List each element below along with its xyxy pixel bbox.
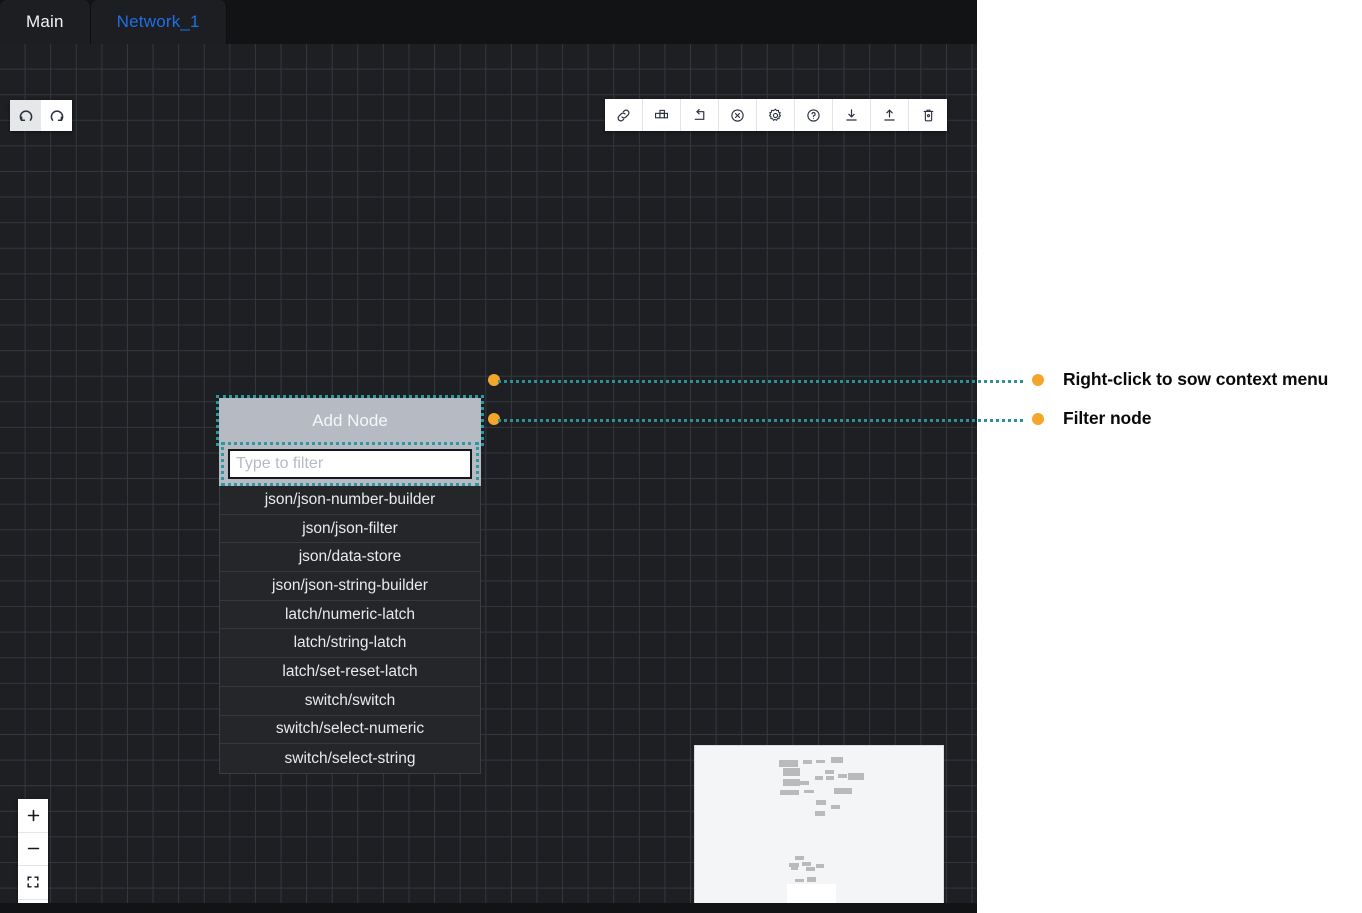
filter-input[interactable]: [228, 449, 472, 479]
minimap-node: [807, 877, 816, 882]
tab-network-1[interactable]: Network_1: [90, 0, 227, 44]
settings-button[interactable]: [757, 99, 795, 131]
minimap-node: [825, 770, 834, 774]
node-type-label: json/json-filter: [302, 519, 398, 537]
zoom-in-button[interactable]: [18, 799, 48, 833]
undo-button[interactable]: [10, 100, 41, 131]
close-circle-icon: [729, 107, 746, 124]
list-item[interactable]: switch/select-numeric: [220, 716, 480, 745]
fit-view-button[interactable]: [18, 866, 48, 900]
canvas-bottom-edge: [0, 903, 977, 913]
undo-icon: [18, 108, 34, 124]
node-type-label: latch/string-latch: [293, 634, 407, 652]
reroute-arrow-icon: [691, 107, 708, 124]
auto-layout-button[interactable]: [643, 99, 681, 131]
upload-icon: [881, 107, 898, 124]
graph-canvas[interactable]: Add Node json/json-number-builder json/j…: [0, 44, 977, 903]
minimap-node: [831, 757, 843, 763]
annotation-label: Right-click to sow context menu: [1063, 369, 1329, 389]
list-item[interactable]: latch/string-latch: [220, 629, 480, 659]
download-icon: [843, 107, 860, 124]
view-controls: [18, 799, 48, 903]
list-item[interactable]: switch/select-string: [220, 744, 480, 773]
minimap-node: [804, 790, 814, 793]
node-type-label: latch/set-reset-latch: [282, 662, 418, 680]
node-type-label: latch/numeric-latch: [284, 605, 416, 623]
disconnect-button[interactable]: [719, 99, 757, 131]
minimap-viewport[interactable]: [787, 884, 836, 903]
history-controls: [10, 100, 72, 131]
tab-network-1-label: Network_1: [116, 12, 200, 31]
list-item[interactable]: json/json-string-builder: [220, 572, 480, 601]
annotation-target-dot: [1032, 374, 1044, 386]
list-item[interactable]: json/json-filter: [220, 515, 480, 544]
fit-view-icon: [25, 874, 41, 890]
tab-main-label: Main: [26, 12, 64, 31]
add-node-header[interactable]: Add Node: [216, 395, 484, 446]
minimap-node: [803, 760, 812, 764]
question-circle-icon: [805, 107, 822, 124]
list-item[interactable]: switch/switch: [220, 687, 480, 716]
plus-icon: [25, 807, 42, 824]
list-item[interactable]: json/json-number-builder: [220, 486, 480, 515]
minimap-node: [826, 776, 834, 780]
add-node-title: Add Node: [312, 410, 388, 430]
node-type-label: json/json-number-builder: [264, 490, 436, 508]
tab-bar: Main Network_1: [0, 0, 977, 44]
minimap-node: [800, 781, 809, 785]
list-item[interactable]: latch/set-reset-latch: [220, 658, 480, 687]
minimap-node: [831, 805, 840, 809]
layout-grid-icon: [653, 107, 670, 124]
screen-root: Main Network_1 Add Node Type to filter j…: [0, 0, 1362, 913]
minimap-node: [791, 867, 798, 870]
node-type-list[interactable]: json/json-number-builder json/json-filte…: [219, 486, 481, 774]
reroute-button[interactable]: [681, 99, 719, 131]
minimap-node: [838, 774, 847, 778]
minimap-node: [795, 879, 804, 882]
gear-icon: [767, 107, 784, 124]
editor-toolbar: [605, 99, 947, 131]
tab-main[interactable]: Main: [0, 0, 91, 44]
download-button[interactable]: [833, 99, 871, 131]
minimap-node: [816, 760, 825, 763]
minimap-node: [816, 800, 826, 805]
upload-button[interactable]: [871, 99, 909, 131]
minimap-node: [783, 768, 800, 776]
minimap-node: [779, 760, 798, 767]
node-type-label: switch/switch: [304, 691, 396, 709]
zoom-out-button[interactable]: [18, 833, 48, 866]
minimap-node: [802, 862, 811, 866]
node-type-label: json/json-string-builder: [272, 576, 428, 594]
application-window: Main Network_1 Add Node Type to filter j…: [0, 0, 977, 913]
link-icon: [615, 107, 632, 124]
minimap-node: [816, 864, 824, 868]
node-type-label: switch/select-string: [284, 749, 416, 767]
node-type-label: switch/select-numeric: [275, 720, 425, 738]
annotation-label: Filter node: [1063, 408, 1152, 428]
minimap-node: [783, 779, 800, 786]
minimap-node: [848, 773, 864, 780]
help-button[interactable]: [795, 99, 833, 131]
minus-icon: [25, 840, 42, 857]
list-item[interactable]: json/data-store: [220, 543, 480, 573]
redo-icon: [49, 108, 65, 124]
list-item[interactable]: latch/numeric-latch: [220, 601, 480, 630]
trash-icon: [920, 107, 937, 124]
annotation-target-dot: [1032, 413, 1044, 425]
add-node-panel: Add Node json/json-number-builder json/j…: [216, 395, 484, 774]
minimap-node: [815, 776, 823, 780]
minimap[interactable]: [694, 745, 944, 903]
filter-input-wrapper: [219, 442, 481, 486]
minimap-node: [834, 788, 852, 794]
node-type-label: json/data-store: [298, 548, 402, 566]
minimap-node: [795, 856, 804, 860]
minimap-node: [806, 867, 815, 871]
minimap-node: [780, 790, 799, 795]
minimap-node: [815, 811, 825, 816]
delete-button[interactable]: [909, 99, 947, 131]
link-button[interactable]: [605, 99, 643, 131]
redo-button[interactable]: [41, 100, 72, 131]
